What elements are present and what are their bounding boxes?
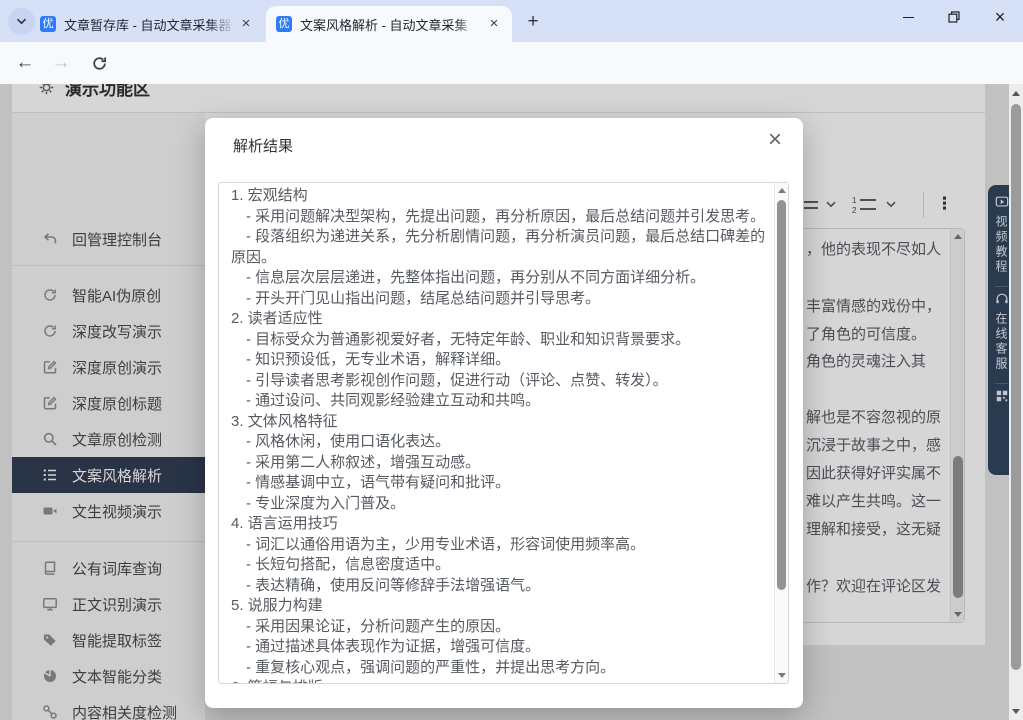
back-button[interactable]: ← [8, 42, 42, 84]
dialog-result-box[interactable]: 1. 宏观结构 - 采用问题解决型架构，先提出问题，再分析原因，最后总结问题并引… [218, 182, 789, 684]
chevron-down-icon [16, 18, 27, 25]
tab-strip: 优 文章暂存库 - 自动文章采集器-优 × 优 文案风格解析 - 自动文章采集 … [0, 0, 1023, 42]
reload-button[interactable] [82, 42, 116, 84]
browser-toolbar: ← → ucaiyun.com/caiji/test_article_style… [0, 42, 1023, 84]
tab-close-icon[interactable]: × [486, 16, 502, 32]
minimize-button[interactable] [885, 0, 931, 34]
restore-icon [948, 11, 960, 23]
page-scrollbar[interactable] [1009, 84, 1023, 720]
scrollbar-thumb[interactable] [1011, 104, 1021, 670]
scroll-down-icon[interactable] [778, 673, 786, 678]
page-content: 演示功能区 回管理控制台 智能AI伪原创 深度改写演示 深度原创演示 [0, 84, 1023, 720]
dialog-close-icon[interactable]: × [763, 126, 787, 154]
site-favicon-icon: 优 [40, 16, 56, 32]
dialog-scrollbar[interactable] [774, 183, 788, 683]
parse-result-text: 1. 宏观结构 - 采用问题解决型架构，先提出问题，再分析原因，最后总结问题并引… [231, 186, 767, 684]
dialog-title: 解析结果 [233, 135, 293, 156]
window-controls: × [885, 0, 1023, 34]
tab-title: 文案风格解析 - 自动文章采集 [300, 15, 486, 34]
forward-button[interactable]: → [44, 42, 78, 84]
tab-close-icon[interactable]: × [238, 16, 254, 32]
tab-title: 文章暂存库 - 自动文章采集器-优 [64, 15, 238, 34]
close-window-button[interactable]: × [977, 0, 1023, 34]
scroll-up-icon[interactable] [778, 188, 786, 193]
scroll-up-icon[interactable] [1012, 91, 1020, 96]
browser-tab-2-active[interactable]: 优 文案风格解析 - 自动文章采集 × [266, 6, 512, 42]
new-tab-button[interactable]: + [520, 9, 546, 35]
parse-result-dialog: 解析结果 × 1. 宏观结构 - 采用问题解决型架构，先提出问题，再分析原因，最… [205, 118, 803, 708]
browser-tab-1[interactable]: 优 文章暂存库 - 自动文章采集器-优 × [30, 6, 264, 42]
minimize-icon [903, 17, 914, 18]
scroll-down-icon[interactable] [1012, 709, 1020, 714]
browser-window: 优 文章暂存库 - 自动文章采集器-优 × 优 文案风格解析 - 自动文章采集 … [0, 0, 1023, 720]
site-favicon-icon: 优 [276, 16, 292, 32]
restore-button[interactable] [931, 0, 977, 34]
reload-icon [91, 55, 108, 72]
scrollbar-thumb[interactable] [777, 200, 786, 590]
